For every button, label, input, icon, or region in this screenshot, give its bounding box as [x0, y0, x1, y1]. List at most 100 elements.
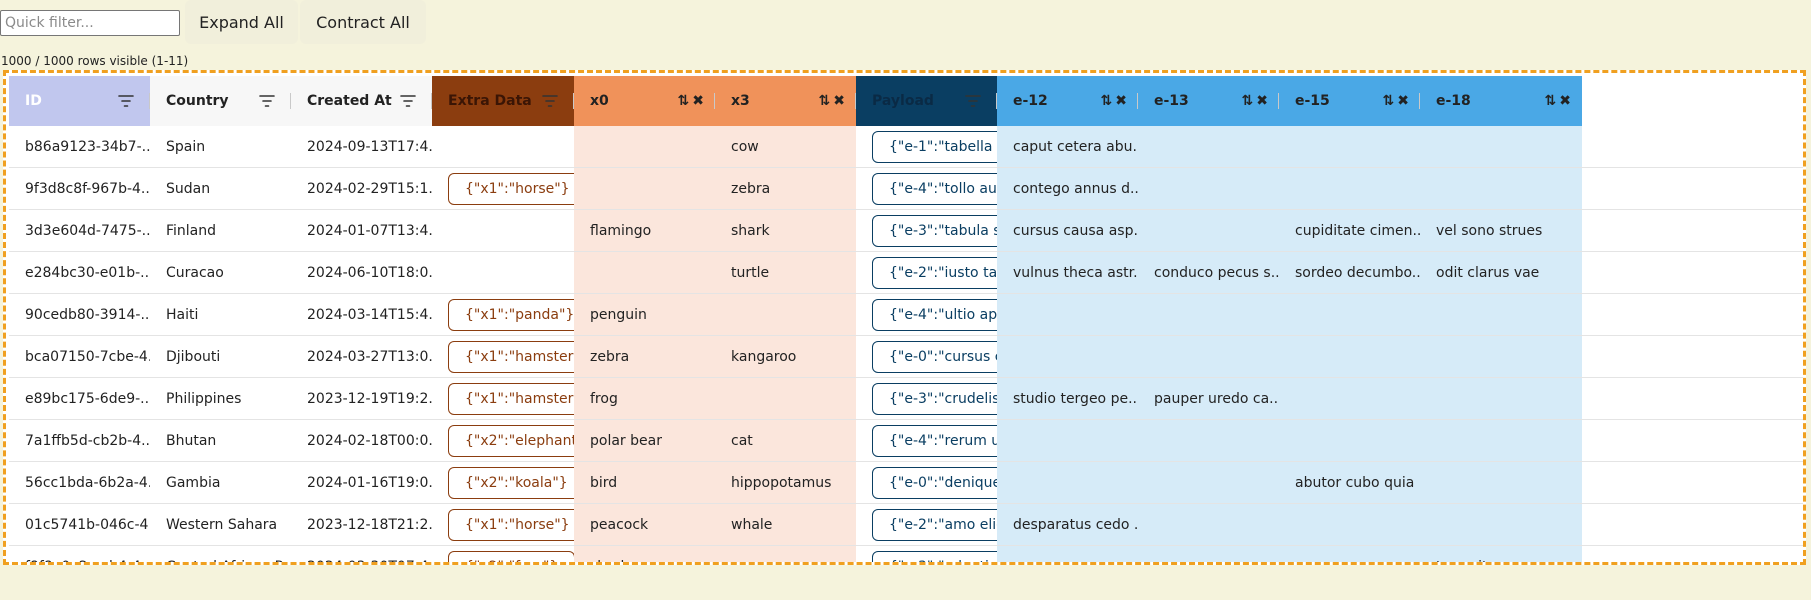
table-row[interactable]: 01c5741b-046c-4... Western Sahara 2023-12-… [9, 504, 1803, 546]
cell-extra[interactable]: {"x2":"elephant"} [432, 420, 574, 462]
payload-pill[interactable]: {"e-3":"adeptio tam [872, 551, 997, 562]
sort-icon[interactable]: ⇅ [1242, 93, 1255, 109]
cell-e18[interactable] [1420, 294, 1582, 336]
cell-extra[interactable] [432, 210, 574, 252]
cell-country[interactable]: Spain [150, 126, 291, 168]
cell-e13[interactable] [1138, 504, 1279, 546]
close-icon[interactable]: ✖ [833, 93, 846, 109]
cell-extra[interactable] [432, 126, 574, 168]
extra-data-pill[interactable]: {"x2":"frog"} [448, 551, 574, 562]
payload-pill[interactable]: {"e-3":"tabula stati [872, 215, 997, 247]
close-icon[interactable]: ✖ [692, 93, 705, 109]
cell-country[interactable]: Philippines [150, 378, 291, 420]
cell-e15[interactable] [1279, 336, 1420, 378]
cell-created[interactable]: 2024-03-27T13:0... [291, 336, 432, 378]
cell-country[interactable]: Djibouti [150, 336, 291, 378]
cell-payload[interactable]: {"e-4":"ultio aperte [856, 294, 997, 336]
cell-e18[interactable]: temeritas neque p... [1420, 546, 1582, 562]
cell-x3[interactable]: turtle [715, 252, 856, 294]
contract-all-button[interactable]: Contract All [300, 0, 426, 44]
column-header-e13[interactable]: e-13 ⇅ ✖ [1138, 76, 1279, 126]
cell-e12[interactable]: studio tergeo pe... [997, 378, 1138, 420]
cell-id[interactable]: 56cc1bda-6b2a-4... [9, 462, 150, 504]
filter-icon[interactable] [259, 94, 275, 108]
cell-e12[interactable] [997, 294, 1138, 336]
extra-data-pill[interactable]: {"x1":"horse"} [448, 509, 574, 541]
cell-extra[interactable]: {"x1":"hamster"} [432, 336, 574, 378]
table-row[interactable]: 90cedb80-3914-... Haiti 2024-03-14T15:4...… [9, 294, 1803, 336]
cell-x3[interactable] [715, 378, 856, 420]
close-icon[interactable]: ✖ [1397, 93, 1410, 109]
cell-created[interactable]: 2024-02-29T15:1... [291, 168, 432, 210]
cell-e12[interactable]: caput cetera abu... [997, 126, 1138, 168]
cell-payload[interactable]: {"e-3":"tabula stati [856, 210, 997, 252]
extra-data-pill[interactable]: {"x1":"panda"} [448, 299, 574, 331]
cell-e12[interactable] [997, 546, 1138, 562]
cell-country[interactable]: Bhutan [150, 420, 291, 462]
sort-icon[interactable]: ⇅ [678, 93, 691, 109]
cell-x3[interactable]: shark [715, 210, 856, 252]
cell-x3[interactable]: hippopotamus [715, 462, 856, 504]
cell-e13[interactable] [1138, 210, 1279, 252]
payload-pill[interactable]: {"e-1":"tabella add [872, 131, 997, 163]
extra-data-pill[interactable]: {"x1":"hamster"} [448, 341, 574, 373]
cell-created[interactable]: 2023-12-19T19:2... [291, 378, 432, 420]
cell-x0[interactable]: flamingo [574, 210, 715, 252]
cell-created[interactable]: 2024-01-07T13:4... [291, 210, 432, 252]
cell-e15[interactable] [1279, 126, 1420, 168]
filter-icon[interactable] [542, 94, 558, 108]
cell-e15[interactable] [1279, 504, 1420, 546]
payload-pill[interactable]: {"e-4":"ultio aperte [872, 299, 997, 331]
cell-e12[interactable] [997, 420, 1138, 462]
cell-x0[interactable]: polar bear [574, 420, 715, 462]
cell-id[interactable]: f8f8a0a2-acb4-4... [9, 546, 150, 562]
cell-e13[interactable] [1138, 126, 1279, 168]
cell-country[interactable]: Western Sahara [150, 504, 291, 546]
cell-e15[interactable]: abutor cubo quia [1279, 462, 1420, 504]
cell-extra[interactable]: {"x1":"horse"} [432, 168, 574, 210]
cell-x3[interactable]: cat [715, 420, 856, 462]
cell-e18[interactable] [1420, 462, 1582, 504]
cell-e12[interactable]: cursus causa asp... [997, 210, 1138, 252]
cell-extra[interactable]: {"x1":"horse"} [432, 504, 574, 546]
cell-e13[interactable]: pauper uredo ca... [1138, 378, 1279, 420]
payload-pill[interactable]: {"e-4":"tollo audeo [872, 173, 997, 205]
cell-x3[interactable]: whale [715, 504, 856, 546]
quick-filter-input[interactable] [0, 10, 180, 36]
cell-created[interactable]: 2024-03-14T15:4... [291, 294, 432, 336]
cell-e12[interactable]: vulnus theca astr... [997, 252, 1138, 294]
cell-x0[interactable]: peacock [574, 504, 715, 546]
column-header-payload[interactable]: Payload [856, 76, 997, 126]
cell-id[interactable]: b86a9123-34b7-... [9, 126, 150, 168]
extra-data-pill[interactable]: {"x1":"hamster"} [448, 383, 574, 415]
payload-pill[interactable]: {"e-0":"cursus curri [872, 341, 997, 373]
cell-e15[interactable] [1279, 378, 1420, 420]
cell-e15[interactable] [1279, 546, 1420, 562]
cell-e18[interactable] [1420, 126, 1582, 168]
payload-pill[interactable]: {"e-4":"rerum utroc [872, 425, 997, 457]
cell-x3[interactable]: kangaroo [715, 336, 856, 378]
column-header-x3[interactable]: x3 ⇅ ✖ [715, 76, 856, 126]
expand-all-button[interactable]: Expand All [185, 0, 298, 44]
cell-e18[interactable] [1420, 420, 1582, 462]
table-row[interactable]: e284bc30-e01b-... Curacao 2024-06-10T18:0.… [9, 252, 1803, 294]
cell-e15[interactable] [1279, 420, 1420, 462]
column-header-e12[interactable]: e-12 ⇅ ✖ [997, 76, 1138, 126]
cell-created[interactable]: 2024-06-10T18:0... [291, 252, 432, 294]
cell-e13[interactable] [1138, 294, 1279, 336]
column-header-created[interactable]: Created At [291, 76, 432, 126]
cell-id[interactable]: bca07150-7cbe-4... [9, 336, 150, 378]
cell-e15[interactable]: cupiditate cimen... [1279, 210, 1420, 252]
table-row[interactable]: bca07150-7cbe-4... Djibouti 2024-03-27T13:… [9, 336, 1803, 378]
cell-x0[interactable]: shark [574, 546, 715, 562]
cell-x3[interactable] [715, 294, 856, 336]
cell-created[interactable]: 2023-12-18T21:2... [291, 504, 432, 546]
cell-payload[interactable]: {"e-1":"tabella add [856, 126, 997, 168]
cell-x0[interactable] [574, 126, 715, 168]
cell-extra[interactable] [432, 252, 574, 294]
table-row[interactable]: 7a1ffb5d-cb2b-4... Bhutan 2024-02-18T00:0.… [9, 420, 1803, 462]
cell-e18[interactable]: odit clarus vae [1420, 252, 1582, 294]
extra-data-pill[interactable]: {"x1":"horse"} [448, 173, 574, 205]
cell-x0[interactable]: frog [574, 378, 715, 420]
cell-payload[interactable]: {"e-3":"crudelis crin [856, 378, 997, 420]
